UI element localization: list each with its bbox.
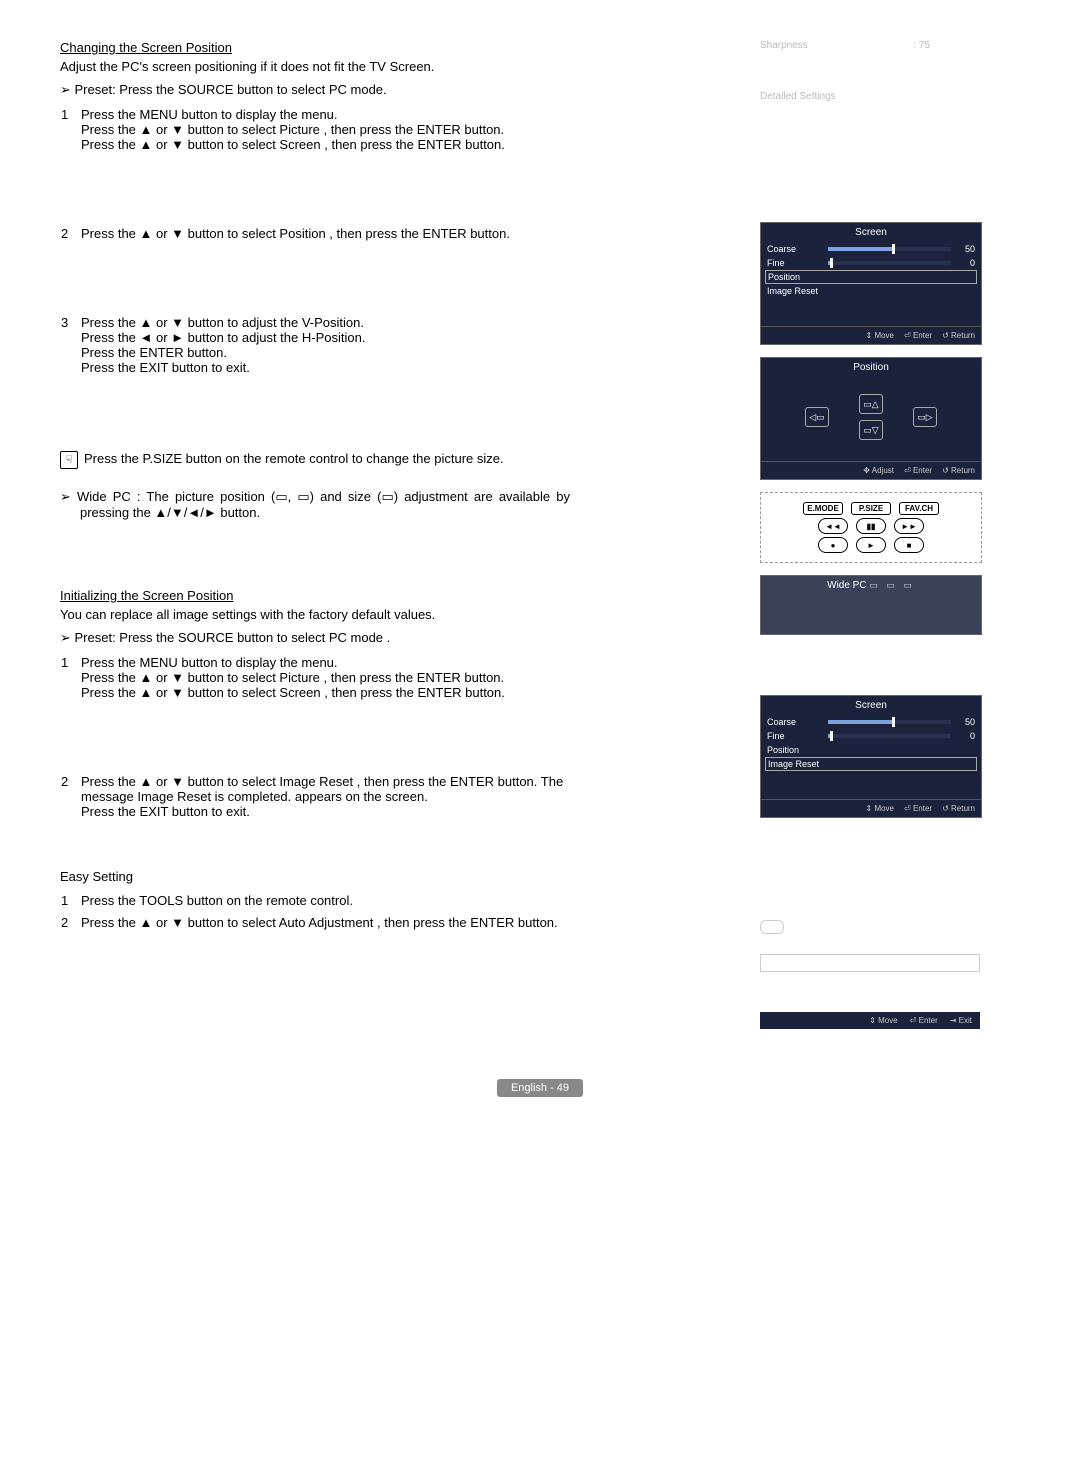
step-text: Press the TOOLS button on the remote con… — [80, 892, 570, 914]
foot-move: ⇕ Move — [869, 1016, 898, 1025]
osd-screen-imagereset: Screen Coarse 50 Fine 0 Position Image R… — [760, 695, 982, 818]
foot-enter: ⏎ Enter — [904, 331, 932, 340]
tools-footer: ⇕ Move ⏎ Enter ⇥ Exit — [760, 1012, 980, 1029]
step-num: 1 — [60, 654, 80, 706]
step-text: Press the ▲ or ▼ button to select Positi… — [80, 225, 570, 247]
foot-move: ⇕ Move — [866, 331, 895, 340]
step-text: Press the ▲ or ▼ button to select Auto A… — [80, 914, 570, 936]
heading-easy: Easy Setting — [60, 869, 570, 884]
foot-return: ↺ Return — [942, 331, 975, 340]
foot-enter: ⏎ Enter — [904, 804, 932, 813]
left-column: Changing the Screen Position Adjust the … — [60, 40, 580, 1029]
heading-init-pos: Initializing the Screen Position — [60, 588, 570, 603]
sharpness-label: Sharpness — [760, 40, 808, 51]
btn-pause[interactable]: ▮▮ — [856, 518, 886, 534]
osd-item-coarse[interactable]: Coarse 50 — [761, 715, 981, 729]
tools-selected-line[interactable] — [760, 954, 980, 972]
btn-rew[interactable]: ◄◄ — [818, 518, 848, 534]
osd-position-adjust: Position ◁▭ ▭△ ▭▽ ▭▷ ✥ Adjust ⏎ Enter ↺ … — [760, 357, 982, 480]
arrow-up-icon[interactable]: ▭△ — [859, 394, 883, 414]
osd-item-position[interactable]: Position — [761, 743, 981, 757]
arrow-down-icon[interactable]: ▭▽ — [859, 420, 883, 440]
slider-fine[interactable] — [828, 261, 951, 265]
steps-easy: 1 Press the TOOLS button on the remote c… — [60, 892, 570, 936]
osd-title: Screen — [761, 223, 981, 242]
btn-ff[interactable]: ►► — [894, 518, 924, 534]
hint-psize-row: ☟ Press the P.SIZE button on the remote … — [60, 451, 570, 469]
step-num: 1 — [60, 892, 80, 914]
osd-item-coarse[interactable]: Coarse 50 — [761, 242, 981, 256]
preset-note: Preset: Press the SOURCE button to selec… — [60, 82, 570, 98]
foot-enter: ⏎ Enter — [904, 466, 932, 475]
foot-move: ⇕ Move — [866, 804, 895, 813]
step-text: Press the MENU button to display the men… — [80, 654, 570, 706]
osd-item-image-reset[interactable]: Image Reset — [761, 284, 981, 298]
faded-settings: Sharpness : 75 Detailed Settings — [760, 40, 1020, 102]
btn-play[interactable]: ► — [856, 537, 886, 553]
remote-hint-icon: ☟ — [60, 451, 78, 469]
btn-rec[interactable]: ● — [818, 537, 848, 553]
tools-brand-icon — [760, 920, 784, 934]
osd-item-fine[interactable]: Fine 0 — [761, 256, 981, 270]
arrow-left-icon[interactable]: ◁▭ — [805, 407, 829, 427]
step-num: 3 — [60, 314, 80, 381]
foot-enter: ⏎ Enter — [910, 1016, 938, 1025]
osd-item-position[interactable]: Position — [765, 270, 977, 284]
foot-exit: ⇥ Exit — [950, 1016, 972, 1025]
detailed-settings: Detailed Settings — [760, 91, 1020, 102]
step-text: Press the ▲ or ▼ button to adjust the V-… — [80, 314, 570, 381]
steps-init-pos: 1 Press the MENU button to display the m… — [60, 654, 570, 825]
widepc-label: Wide PC — [827, 580, 866, 591]
step-text: Press the ▲ or ▼ button to select Image … — [80, 773, 570, 825]
arrow-right-icon[interactable]: ▭▷ — [913, 407, 937, 427]
slider-coarse[interactable] — [828, 247, 951, 251]
foot-adjust: ✥ Adjust — [863, 466, 894, 475]
osd-item-image-reset[interactable]: Image Reset — [765, 757, 977, 771]
sharpness-value: : 75 — [913, 40, 930, 51]
step-text: Press the MENU button to display the men… — [80, 106, 570, 158]
widepc-indicator: Wide PC ▭ ▭ ▭ — [760, 575, 982, 635]
osd-title: Screen — [761, 696, 981, 715]
tools-menu-mock — [760, 920, 980, 972]
osd-screen-position: Screen Coarse 50 Fine 0 Position Image R… — [760, 222, 982, 345]
right-column: Sharpness : 75 Detailed Settings Screen … — [740, 40, 1020, 1029]
page-number-badge: English - 49 — [497, 1079, 583, 1097]
foot-return: ↺ Return — [942, 804, 975, 813]
btn-stop[interactable]: ■ — [894, 537, 924, 553]
desc-init-pos: You can replace all image settings with … — [60, 607, 570, 622]
widepc-icons: ▭ ▭ ▭ — [869, 580, 915, 590]
remote-diagram: E.MODE P.SIZE FAV.CH ◄◄ ▮▮ ►► ● ► ■ — [760, 492, 982, 563]
btn-psize[interactable]: P.SIZE — [851, 502, 891, 515]
slider-coarse[interactable] — [828, 720, 951, 724]
osd-title: Position — [761, 358, 981, 377]
btn-favch[interactable]: FAV.CH — [899, 502, 939, 515]
step-num: 2 — [60, 914, 80, 936]
step-num: 2 — [60, 225, 80, 247]
osd-item-fine[interactable]: Fine 0 — [761, 729, 981, 743]
heading-change-pos: Changing the Screen Position — [60, 40, 570, 55]
slider-fine[interactable] — [828, 734, 951, 738]
foot-return: ↺ Return — [942, 466, 975, 475]
hint-psize-text: Press the P.SIZE button on the remote co… — [84, 451, 504, 466]
step-num: 2 — [60, 773, 80, 825]
hint-widepc: Wide PC : The picture position (▭, ▭) an… — [60, 489, 570, 520]
btn-emode[interactable]: E.MODE — [803, 502, 843, 515]
preset-note-init: Preset: Press the SOURCE button to selec… — [60, 630, 570, 646]
desc-change-pos: Adjust the PC's screen positioning if it… — [60, 59, 570, 74]
step-num: 1 — [60, 106, 80, 158]
steps-change-pos: 1 Press the MENU button to display the m… — [60, 106, 570, 381]
